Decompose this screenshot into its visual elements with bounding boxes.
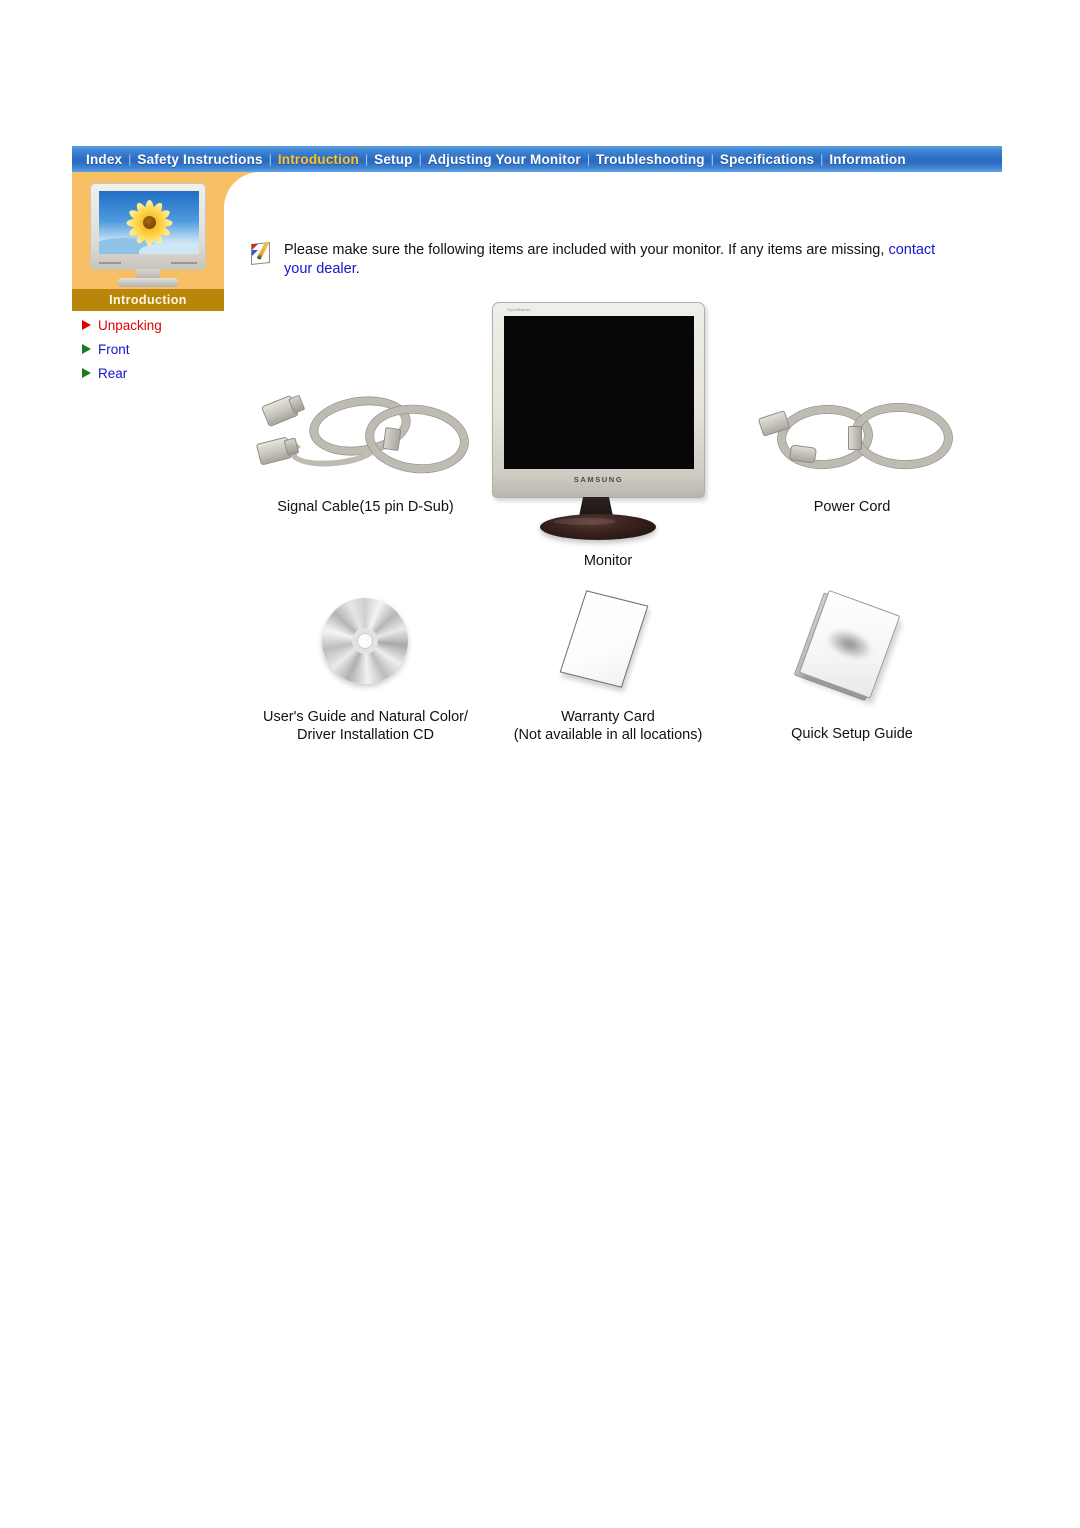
intro-text-body: Please make sure the following items are… xyxy=(284,242,889,258)
nav-item-specifications[interactable]: Specifications xyxy=(716,152,818,167)
intro-instruction-text: Please make sure the following items are… xyxy=(284,241,964,279)
cd-caption: User's Guide and Natural Color/ Driver I… xyxy=(258,708,473,744)
warranty-card-label: Warranty Card (Not available in all loca… xyxy=(513,709,703,743)
sidebar-item-label: Front xyxy=(98,341,130,357)
warranty-card-image xyxy=(559,590,649,688)
power-cord-image xyxy=(757,398,960,483)
cd-disc-image xyxy=(322,598,408,684)
arrow-right-icon xyxy=(82,344,91,354)
sidebar-corner-notch xyxy=(224,172,260,208)
sidebar-item-rear[interactable]: Rear xyxy=(82,361,232,385)
main-navigation-bar: Index | Safety Instructions | Introducti… xyxy=(72,146,1002,172)
sidebar-item-unpacking[interactable]: Unpacking xyxy=(82,313,232,337)
power-cord-caption: Power Cord xyxy=(752,498,952,516)
arrow-right-icon xyxy=(82,320,91,330)
booklet-cover-graphic xyxy=(823,624,876,665)
arrow-right-icon xyxy=(82,368,91,378)
sidebar-section-title-label: Introduction xyxy=(109,293,187,307)
sidebar-link-list: Unpacking Front Rear xyxy=(82,313,232,385)
cord-loop xyxy=(849,400,955,472)
sidebar-section-title: Introduction xyxy=(72,289,224,311)
nav-separator: | xyxy=(268,152,272,166)
thumbnail-logo-left xyxy=(99,262,121,264)
nav-separator: | xyxy=(364,152,369,166)
monitor-label: Monitor xyxy=(583,553,633,569)
cable-strand xyxy=(288,427,382,471)
cable-tie xyxy=(382,426,402,452)
power-socket xyxy=(789,444,817,464)
monitor-screen xyxy=(504,316,694,469)
nav-item-introduction[interactable]: Introduction xyxy=(274,152,363,167)
nav-item-information[interactable]: Information xyxy=(825,152,909,167)
sunflower-core xyxy=(142,216,156,229)
nav-item-safety-instructions[interactable]: Safety Instructions xyxy=(133,152,266,167)
signal-cable-label: Signal Cable(15 pin D-Sub) xyxy=(277,499,454,515)
intro-text-period: . xyxy=(355,261,360,277)
sunflower-icon xyxy=(126,199,172,246)
nav-separator: | xyxy=(128,152,132,166)
cord-tie xyxy=(848,426,862,450)
nav-item-index[interactable]: Index xyxy=(82,152,126,167)
nav-item-troubleshooting[interactable]: Troubleshooting xyxy=(592,152,709,167)
thumbnail-bezel xyxy=(90,183,206,270)
dsub-connector xyxy=(261,394,306,428)
cd-center-hole xyxy=(357,633,373,649)
thumbnail-screen xyxy=(99,191,199,254)
warranty-card-caption: Warranty Card (Not available in all loca… xyxy=(500,708,716,744)
nav-item-setup[interactable]: Setup xyxy=(370,152,417,167)
thumbnail-stand-base xyxy=(118,278,178,287)
nav-separator: | xyxy=(820,152,824,166)
monitor-bezel-text: SyncMaster xyxy=(507,307,532,312)
quick-setup-guide-image xyxy=(793,589,901,702)
monitor-base-highlight xyxy=(554,518,616,525)
sidebar-item-label: Rear xyxy=(98,365,128,381)
nav-separator: | xyxy=(586,152,591,166)
nav-separator: | xyxy=(418,152,422,166)
thumbnail-logo-right xyxy=(171,262,197,264)
sidebar-item-label: Unpacking xyxy=(98,317,162,333)
quick-setup-guide-label: Quick Setup Guide xyxy=(791,726,913,742)
monitor-sunflower-thumbnail xyxy=(90,183,206,287)
samsung-logo: SAMSUNG xyxy=(573,475,624,484)
monitor-bezel: SyncMaster SAMSUNG xyxy=(492,302,705,498)
quick-setup-guide-caption: Quick Setup Guide xyxy=(752,725,952,743)
note-pencil-icon xyxy=(250,240,276,266)
cd-label: User's Guide and Natural Color/ Driver I… xyxy=(262,709,469,743)
nav-item-adjusting-your-monitor[interactable]: Adjusting Your Monitor xyxy=(424,152,585,167)
sidebar-item-front[interactable]: Front xyxy=(82,337,232,361)
power-cord-label: Power Cord xyxy=(813,499,891,515)
monitor-caption: Monitor xyxy=(500,552,716,570)
dsub-connector xyxy=(255,436,300,466)
monitor-image: SyncMaster SAMSUNG xyxy=(492,302,722,540)
signal-cable-image xyxy=(255,391,473,487)
signal-cable-caption: Signal Cable(15 pin D-Sub) xyxy=(258,498,473,516)
nav-separator: | xyxy=(710,152,714,166)
